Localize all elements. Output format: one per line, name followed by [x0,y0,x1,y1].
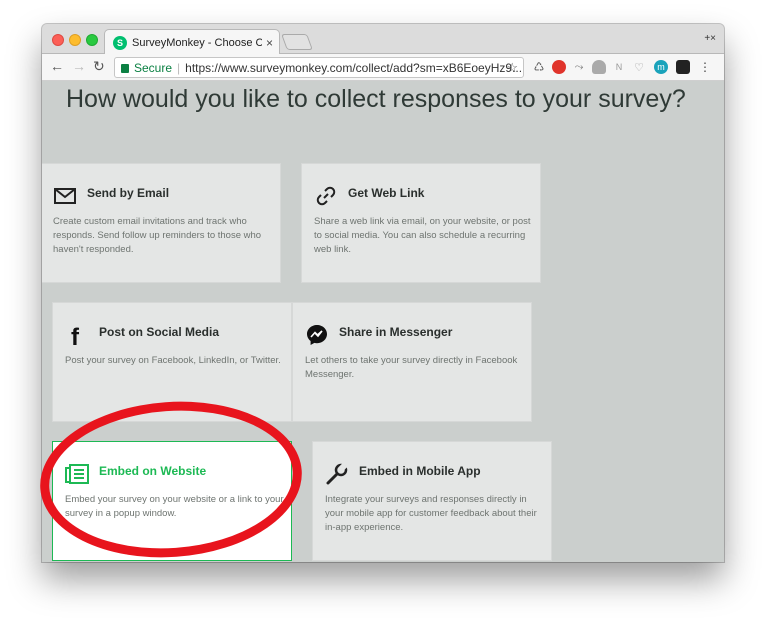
grid-extension-icon[interactable] [676,60,690,74]
card-description: Integrate your surveys and responses dir… [325,494,537,533]
tab-title: SurveyMonkey - Choose Colle [132,36,262,49]
drive-extension-icon[interactable] [592,60,606,74]
page-title: How would you like to collect responses … [66,85,686,113]
back-arrow-icon[interactable]: ← [50,58,64,74]
facebook-icon: f [71,324,80,347]
address-divider: | [177,60,181,75]
feather-extension-icon[interactable]: ⤳ [572,60,586,74]
new-tab-button[interactable] [281,34,313,50]
pocket-extension-icon[interactable]: ♡ [632,60,646,74]
tab-strip: S SurveyMonkey - Choose Colle × +× [42,24,724,55]
lastpass-extension-icon[interactable] [552,60,566,74]
minimize-window-button[interactable] [69,34,81,46]
card-description: Create custom email invitations and trac… [53,216,262,255]
card-description: Share a web link via email, on your webs… [314,216,531,255]
url-text: https://www.surveymonkey.com/collect/add… [185,60,523,75]
card-title: Post on Social Media [99,325,220,339]
send-by-email-card[interactable]: Send by Email Create custom email invita… [42,163,281,283]
address-bar[interactable]: Secure | https://www.surveymonkey.com/co… [114,57,524,78]
embed-in-mobile-app-card[interactable]: Embed in Mobile App Integrate your surve… [312,441,552,561]
card-title: Share in Messenger [339,325,453,339]
bookmark-star-icon[interactable]: ☆ [506,60,518,76]
card-description: Post your survey on Facebook, LinkedIn, … [65,355,281,366]
surveymonkey-favicon-icon: S [113,35,127,50]
tab-close-icon[interactable]: × [266,36,273,50]
recycle-extension-icon[interactable]: ♺ [532,60,546,74]
lock-icon [121,64,129,73]
link-icon [316,186,336,206]
wrench-icon [326,462,348,485]
browser-tab[interactable]: S SurveyMonkey - Choose Colle × [104,29,280,55]
browser-toolbar: ← → ↻ Secure | https://www.surveymonkey.… [42,54,724,81]
mm-extension-icon[interactable]: m [654,60,668,74]
envelope-icon [54,188,76,204]
profile-button[interactable]: +× [704,33,716,44]
forward-arrow-icon[interactable]: → [72,58,86,74]
card-title: Embed in Mobile App [359,464,481,478]
zoom-window-button[interactable] [86,34,98,46]
menu-dots-icon[interactable]: ⋮ [698,60,712,74]
card-title: Get Web Link [348,186,425,200]
share-in-messenger-card[interactable]: Share in Messenger Let others to take yo… [292,302,532,422]
secure-label: Secure [134,60,173,75]
close-window-button[interactable] [52,34,64,46]
messenger-icon [307,325,327,345]
get-web-link-card[interactable]: Get Web Link Share a web link via email,… [301,163,541,283]
svg-text:f: f [71,324,80,347]
card-title: Send by Email [87,186,170,200]
reload-icon[interactable]: ↻ [93,58,105,75]
notes-extension-icon[interactable]: N [612,60,626,74]
card-description: Let others to take your survey directly … [305,355,518,380]
